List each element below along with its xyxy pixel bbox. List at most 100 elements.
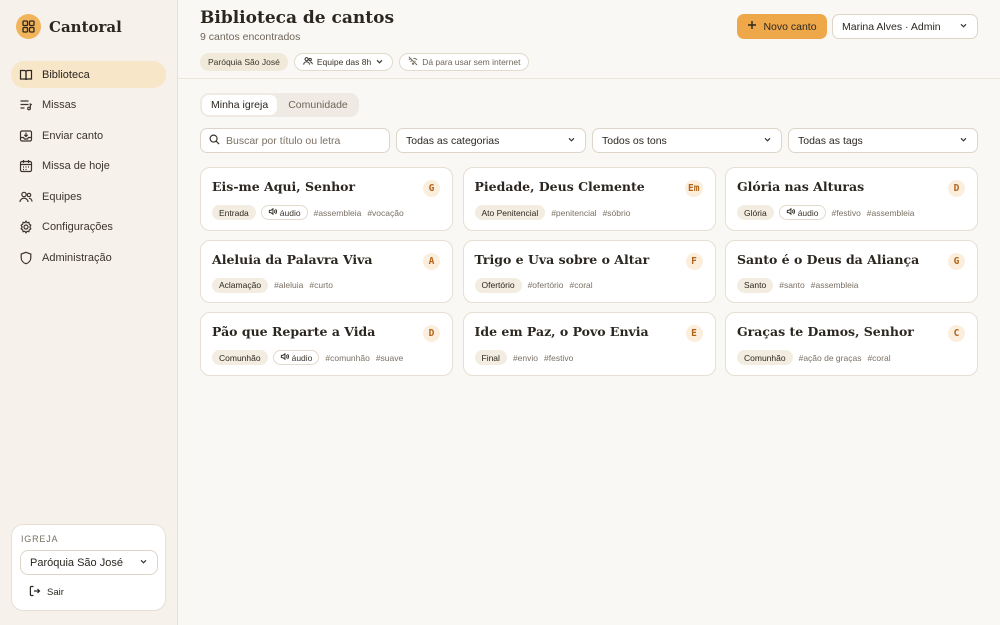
- song-title: Graças te Damos, Senhor: [737, 324, 914, 339]
- new-song-button-label: Novo canto: [763, 20, 817, 33]
- song-tag[interactable]: #coral: [570, 280, 593, 290]
- chevron-down-icon: [959, 21, 968, 33]
- users-icon: [303, 56, 313, 68]
- search-icon: [209, 134, 220, 148]
- church-label: IGREJA: [21, 534, 59, 544]
- church-select[interactable]: Paróquia São José: [20, 550, 158, 575]
- logout-label: Sair: [47, 587, 64, 598]
- sidebar: Cantoral Biblioteca Missas Enviar canto …: [0, 0, 178, 625]
- song-tag[interactable]: #envio: [513, 353, 538, 363]
- song-key-badge: G: [423, 180, 440, 197]
- book-icon: [19, 68, 33, 82]
- audio-badge[interactable]: áudio: [778, 205, 826, 220]
- brand[interactable]: Cantoral: [16, 14, 122, 39]
- chevron-down-icon: [375, 57, 384, 68]
- speaker-icon: [268, 207, 277, 218]
- song-meta: Comunhão #ação de graças #coral: [737, 350, 891, 365]
- song-key-badge: Em: [685, 180, 703, 197]
- team-chip-label: Equipe das 8h: [316, 57, 372, 67]
- tab-comunidade[interactable]: Comunidade: [279, 95, 357, 115]
- sidebar-item-label: Administração: [42, 251, 112, 264]
- song-tag[interactable]: #festivo: [832, 208, 861, 218]
- sidebar-item-equipes[interactable]: Equipes: [11, 183, 166, 210]
- song-card[interactable]: Eis-me Aqui, Senhor G Entrada áudio #assembl…: [200, 167, 453, 231]
- chevron-down-icon: [763, 135, 772, 147]
- gear-icon: [19, 220, 33, 234]
- scope-tabs: Minha igreja Comunidade: [200, 93, 359, 117]
- user-menu[interactable]: Marina Alves · Admin: [832, 14, 978, 39]
- song-card[interactable]: Piedade, Deus Clemente Em Ato Penitencial #…: [462, 167, 716, 231]
- song-tag[interactable]: #comunhão: [325, 353, 369, 363]
- song-tag[interactable]: #vocação: [367, 208, 403, 218]
- song-tag[interactable]: #festivo: [544, 353, 573, 363]
- sidebar-item-configuracoes[interactable]: Configurações: [11, 214, 166, 241]
- new-song-button[interactable]: Novo canto: [737, 14, 827, 39]
- speaker-icon: [786, 207, 795, 218]
- sidebar-item-label: Configurações: [42, 221, 113, 233]
- audio-label: áudio: [279, 207, 301, 218]
- sidebar-item-administracao[interactable]: Administração: [11, 244, 166, 271]
- logout-button[interactable]: Sair: [29, 585, 64, 600]
- user-name: Marina Alves · Admin: [842, 20, 941, 33]
- song-tag[interactable]: #santo: [779, 280, 805, 290]
- song-tag[interactable]: #suave: [376, 353, 403, 363]
- song-tag[interactable]: #ofertório: [528, 280, 564, 290]
- song-card[interactable]: Santo é o Deus da Aliança G Santo #santo #as…: [725, 239, 978, 303]
- song-tag[interactable]: #assembleia: [867, 208, 915, 218]
- category-badge: Ofertório: [474, 277, 522, 293]
- song-tag[interactable]: #curto: [309, 280, 333, 290]
- sidebar-item-missa-de-hoje[interactable]: Missa de hoje: [11, 153, 166, 180]
- sidebar-item-missas[interactable]: Missas: [11, 92, 166, 119]
- inbox-upload-icon: [19, 129, 33, 143]
- song-card[interactable]: Aleluia da Palavra Viva A Aclamação #alelui…: [200, 239, 453, 303]
- sidebar-item-label: Enviar canto: [42, 129, 104, 142]
- song-title: Aleluia da Palavra Viva: [212, 251, 373, 267]
- song-key-badge: D: [423, 325, 440, 342]
- audio-label: áudio: [797, 207, 819, 218]
- song-meta: Comunhão áudio #comunhão #suave: [212, 350, 403, 365]
- song-card[interactable]: Graças te Damos, Senhor C Comunhão #ação de…: [725, 312, 978, 376]
- sidebar-item-label: Missa de hoje: [42, 160, 110, 172]
- category-badge: Glória: [737, 205, 774, 220]
- sidebar-item-enviar-canto[interactable]: Enviar canto: [11, 122, 166, 149]
- tags-filter[interactable]: Todas as tags: [788, 128, 978, 153]
- song-tag[interactable]: #penitencial: [551, 208, 596, 218]
- song-tag[interactable]: #coral: [867, 353, 890, 363]
- song-card[interactable]: Pão que Reparte a Vida D Comunhão áudio #com…: [200, 312, 453, 376]
- calendar-icon: [19, 159, 33, 173]
- team-chip[interactable]: Equipe das 8h: [293, 53, 394, 71]
- song-title: Santo é o Deus da Aliança: [737, 251, 920, 267]
- song-tag[interactable]: #assembleia: [811, 280, 859, 290]
- key-filter[interactable]: Todos os tons: [592, 128, 782, 153]
- category-badge: Comunhão: [737, 350, 793, 365]
- search-input[interactable]: [226, 134, 376, 147]
- song-meta: Glória áudio #festivo #assembleia: [737, 205, 915, 220]
- song-title: Trigo e Uva sobre o Altar: [474, 251, 650, 267]
- church-panel: IGREJA Paróquia São José Sair: [11, 524, 166, 611]
- song-card[interactable]: Glória nas Alturas D Glória áudio #festivo #a…: [725, 167, 978, 231]
- sidebar-item-biblioteca[interactable]: Biblioteca: [11, 61, 166, 88]
- category-badge: Ato Penitencial: [474, 205, 546, 220]
- users-icon: [19, 190, 33, 204]
- song-key-badge: G: [948, 252, 965, 270]
- song-card[interactable]: Trigo e Uva sobre o Altar F Ofertório #ofer…: [462, 239, 716, 303]
- audio-badge[interactable]: áudio: [272, 350, 320, 365]
- song-tag[interactable]: #sóbrio: [603, 208, 631, 218]
- parish-chip-label: Paróquia São José: [208, 57, 280, 67]
- category-badge: Comunhão: [212, 350, 268, 365]
- song-tag[interactable]: #aleluia: [274, 280, 303, 290]
- category-filter[interactable]: Todas as categorias: [396, 128, 586, 153]
- grid-logo-icon: [16, 14, 41, 39]
- offline-chip: Dá para usar sem internet: [399, 53, 530, 71]
- song-title: Pão que Reparte a Vida: [212, 324, 376, 339]
- audio-badge[interactable]: áudio: [260, 205, 308, 220]
- song-card[interactable]: Ide em Paz, o Povo Envia E Final #envio #fes…: [462, 312, 716, 376]
- song-meta: Final #envio #festivo: [474, 350, 573, 365]
- song-tag[interactable]: #ação de graças: [799, 353, 862, 363]
- tags-filter-value: Todas as tags: [798, 134, 863, 147]
- song-meta: Entrada áudio #assembleia #vocação: [212, 205, 404, 220]
- key-filter-value: Todos os tons: [602, 134, 667, 147]
- tab-minha-igreja[interactable]: Minha igreja: [202, 95, 278, 115]
- song-tag[interactable]: #assembleia: [314, 208, 362, 218]
- page-title: Biblioteca de cantos: [200, 8, 395, 28]
